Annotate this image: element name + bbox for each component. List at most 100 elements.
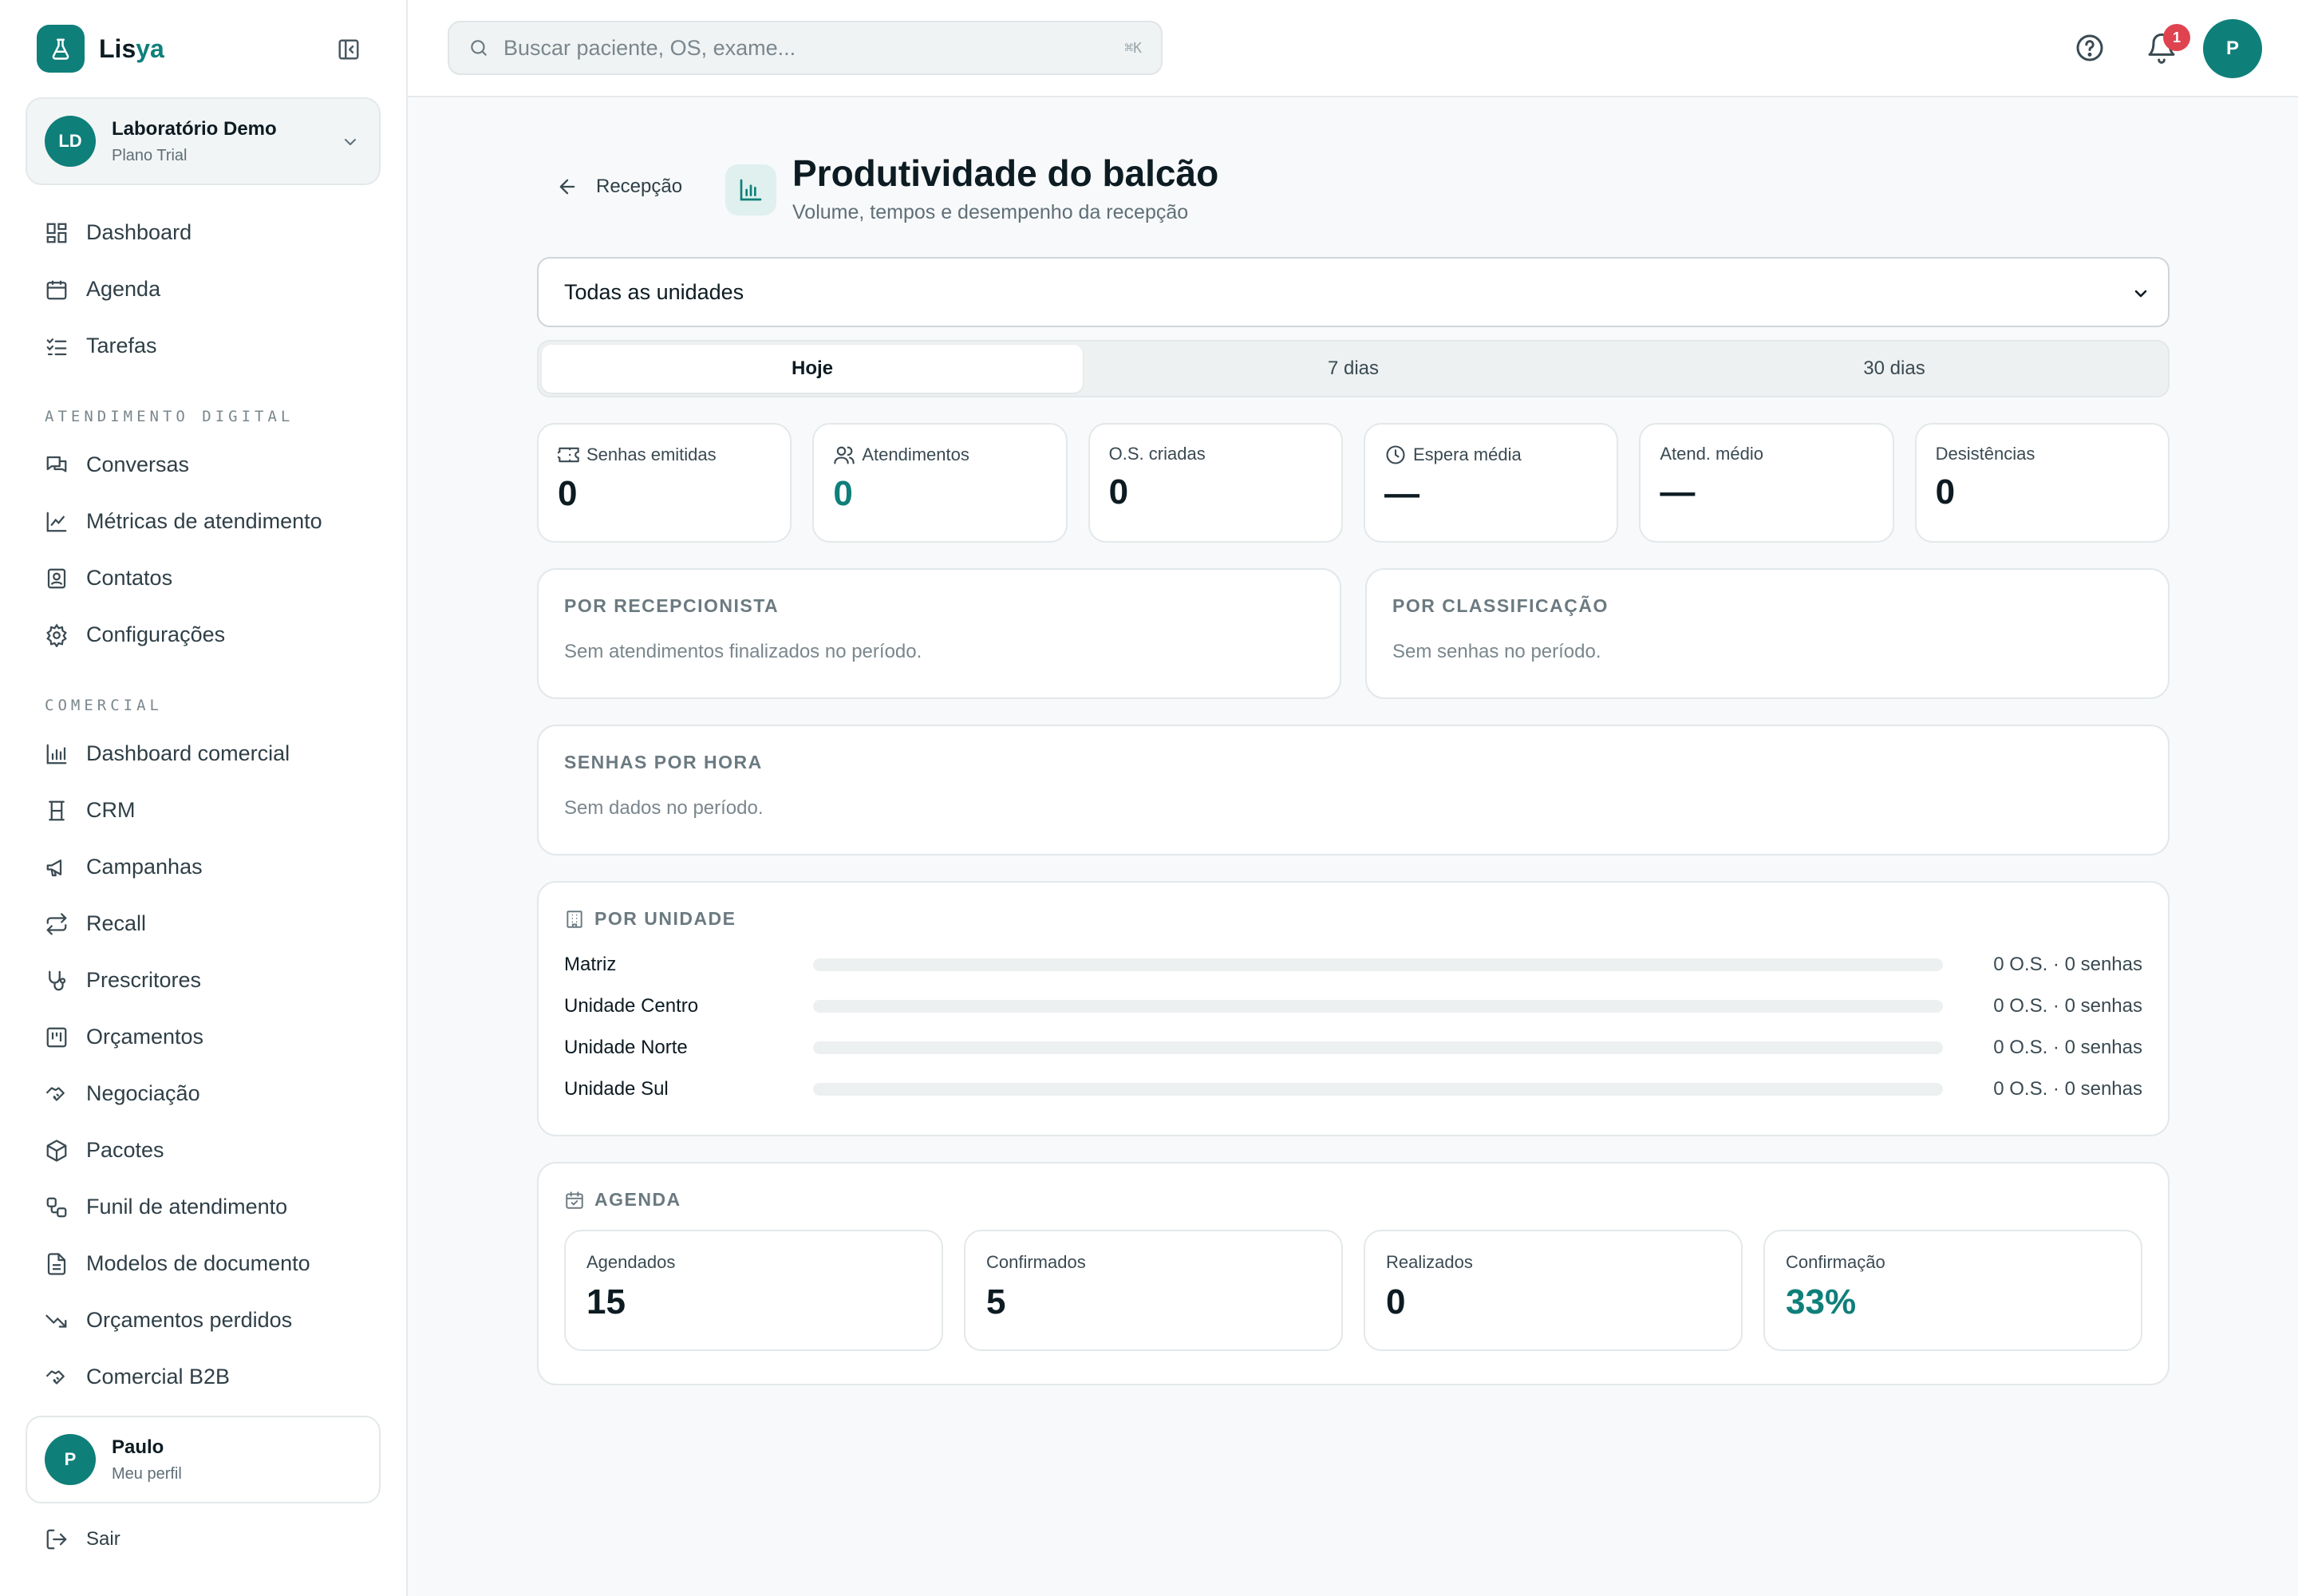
sidebar-collapse-icon[interactable] [334, 35, 363, 64]
sidebar-item-orcamentos[interactable]: Orçamentos [26, 1009, 381, 1065]
unit-stat: 0 O.S. · 0 senhas [1993, 1037, 2142, 1058]
empty-state: Sem atendimentos finalizados no período. [564, 641, 922, 662]
sidebar-item-dashboard[interactable]: Dashboard [26, 204, 381, 261]
kpi-value: 0 [1108, 472, 1129, 512]
stethoscope-icon [49, 970, 66, 990]
profile-sub: Meu perfil [112, 1464, 182, 1483]
bar-chart-icon [46, 744, 67, 764]
sidebar-item-label: Configurações [86, 622, 226, 646]
unit-row: Unidade Norte 0 O.S. · 0 senhas [564, 1027, 2142, 1069]
kpi-value: — [1660, 472, 1696, 512]
crm-icon [49, 800, 65, 820]
sidebar-item-conversas[interactable]: Conversas [26, 437, 381, 493]
tab-hoje[interactable]: Hoje [542, 345, 1083, 393]
tab-7-dias[interactable]: 7 dias [1083, 345, 1624, 393]
page-title: Produtividade do balcão [792, 152, 1219, 194]
profile-card[interactable]: P Paulo Meu perfil [26, 1416, 381, 1503]
sidebar-item-agenda[interactable]: Agenda [26, 261, 381, 318]
sidebar-item-label: Funil de atendimento [86, 1195, 288, 1219]
back-link[interactable]: Recepção [556, 176, 682, 198]
unit-select-value: Todas as unidades [564, 279, 744, 304]
notification-badge: 1 [2163, 24, 2190, 51]
sidebar-item-prescritores[interactable]: Prescritores [26, 952, 381, 1009]
kpi-senhas-emitidas: Senhas emitidas 0 [537, 423, 792, 543]
flask-icon [37, 25, 85, 73]
kpi-label: Senhas emitidas [586, 444, 717, 464]
kpi-label: Desistências [1935, 444, 2035, 464]
avatar: P [45, 1434, 96, 1485]
unit-list: Matriz 0 O.S. · 0 senhas Unidade Centro … [564, 944, 2142, 1110]
kpi-value: — [1384, 474, 1419, 513]
search-icon [471, 40, 487, 56]
sidebar-item-comercial-b2b[interactable]: Comercial B2B [26, 1349, 381, 1405]
sidebar-item-label: Dashboard [86, 220, 192, 244]
sidebar-item-label: Pacotes [86, 1138, 164, 1162]
unit-name: Matriz [564, 954, 617, 975]
agenda-label: Confirmados [986, 1252, 1086, 1272]
page-header: Recepção Produtividade do balcão Volume,… [537, 97, 2170, 257]
sidebar-item-label: Negociação [86, 1081, 200, 1105]
unit-select[interactable]: Todas as unidades [537, 257, 2170, 327]
sidebar-item-metricas[interactable]: Métricas de atendimento [26, 493, 381, 550]
panel-por-recepcionista: POR RECEPCIONISTA Sem atendimentos final… [537, 568, 1341, 699]
kpi-label: Atend. médio [1660, 444, 1763, 464]
nav-comercial: Dashboard comercial CRM Campanhas Recall… [26, 725, 381, 1405]
bar-chart-icon [725, 164, 776, 215]
help-icon[interactable] [2074, 32, 2106, 64]
agenda-card-confirmados: Confirmados 5 [964, 1230, 1343, 1351]
org-plan: Plano Trial [112, 146, 188, 164]
nav-digital: Conversas Métricas de atendimento Contat… [26, 437, 381, 663]
sidebar-item-funil[interactable]: Funil de atendimento [26, 1179, 381, 1235]
sidebar-item-negociacao[interactable]: Negociação [26, 1065, 381, 1122]
kpi-label: Espera média [1412, 444, 1522, 464]
handshake-icon [45, 1086, 65, 1101]
agenda-card-realizados: Realizados 0 [1364, 1230, 1743, 1351]
search-shortcut: ⌘K [1124, 39, 1142, 57]
sidebar-item-crm[interactable]: CRM [26, 782, 381, 839]
chat-icon [46, 456, 67, 472]
user-avatar[interactable]: P [2203, 19, 2262, 78]
panel-title: SENHAS POR HORA [564, 752, 763, 772]
org-switcher[interactable]: LD Laboratório Demo Plano Trial [26, 97, 381, 185]
kanban-icon [46, 1027, 67, 1047]
sidebar-item-label: CRM [86, 798, 136, 822]
gear-icon [46, 622, 67, 647]
brand[interactable]: Lisya [26, 0, 381, 97]
contacts-icon [47, 568, 66, 588]
empty-state: Sem dados no período. [564, 797, 764, 819]
sidebar-item-dashboard-comercial[interactable]: Dashboard comercial [26, 725, 381, 782]
unit-progress-bar [813, 958, 1943, 971]
sidebar-item-contatos[interactable]: Contatos [26, 550, 381, 606]
panel-agenda: AGENDA Agendados 15 Confirmados 5 Realiz… [537, 1162, 2170, 1385]
unit-row: Unidade Centro 0 O.S. · 0 senhas [564, 986, 2142, 1027]
search-input[interactable]: Buscar paciente, OS, exame... ⌘K [448, 21, 1163, 75]
kpi-atend-medio: Atend. médio — [1639, 423, 1894, 543]
panel-por-classificacao: POR CLASSIFICAÇÃO Sem senhas no período. [1365, 568, 2170, 699]
unit-name: Unidade Norte [564, 1037, 688, 1058]
sidebar-item-configuracoes[interactable]: Configurações [26, 606, 381, 663]
megaphone-icon [46, 859, 62, 876]
sidebar-item-tarefas[interactable]: Tarefas [26, 318, 381, 374]
tab-30-dias[interactable]: 30 dias [1624, 345, 2165, 393]
sidebar-item-modelos[interactable]: Modelos de documento [26, 1235, 381, 1292]
page-content: Recepção Produtividade do balcão Volume,… [537, 97, 2170, 1385]
search-placeholder: Buscar paciente, OS, exame... [503, 35, 796, 60]
panel-title-row: AGENDA [564, 1189, 2142, 1211]
kpi-atendimentos: Atendimentos 0 [812, 423, 1068, 543]
dashboard-icon [46, 223, 67, 243]
users-icon [834, 446, 855, 464]
sidebar-item-campanhas[interactable]: Campanhas [26, 839, 381, 895]
sidebar-item-orcamentos-perdidos[interactable]: Orçamentos perdidos [26, 1292, 381, 1349]
workflow-icon [46, 1197, 67, 1217]
calendar-icon [46, 280, 67, 299]
chevron-down-icon [2134, 290, 2147, 298]
sidebar-item-label: Recall [86, 911, 147, 935]
agenda-value: 15 [586, 1282, 626, 1321]
topbar: Buscar paciente, OS, exame... ⌘K 1 P [408, 0, 2298, 97]
sidebar-item-pacotes[interactable]: Pacotes [26, 1122, 381, 1179]
sidebar-item-recall[interactable]: Recall [26, 895, 381, 952]
logout-button[interactable]: Sair [45, 1527, 120, 1551]
unit-row: Unidade Sul 0 O.S. · 0 senhas [564, 1069, 2142, 1110]
org-avatar: LD [45, 116, 96, 167]
sidebar-item-label: Comercial B2B [86, 1365, 231, 1389]
